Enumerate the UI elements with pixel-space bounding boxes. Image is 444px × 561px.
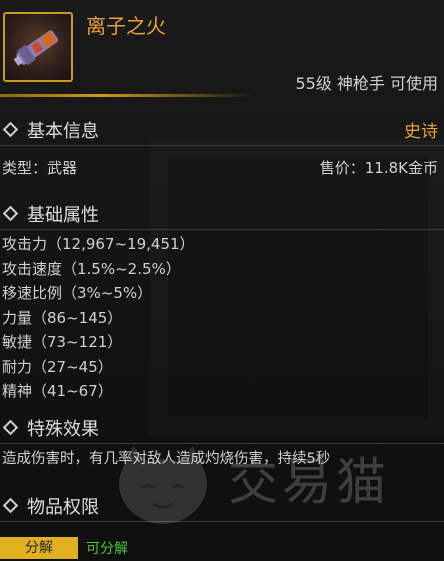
special-effect-text: 造成伤害时，有几率对敌人造成灼烧伤害，持续5秒	[2, 451, 331, 467]
special-effect-section: 特殊效果 造成伤害时，有几率对敌人造成灼烧伤害，持续5秒	[0, 414, 444, 470]
section-divider	[0, 229, 444, 230]
diamond-icon	[2, 419, 19, 436]
item-type: 类型：武器	[2, 159, 78, 177]
stat-list: 攻击力（12,967~19,451） 攻击速度（1.5%~2.5%） 移速比例（…	[0, 232, 444, 404]
basic-info-title: 基本信息	[27, 121, 99, 142]
item-tooltip-panel: 离子之火 55级 神枪手 可使用 基本信息 史诗 类型：武器 售价：11.8K金…	[0, 0, 444, 561]
decompose-tag: 分解	[0, 537, 78, 559]
item-price: 售价：11.8K金币	[319, 159, 438, 177]
item-header: 离子之火 55级 神枪手 可使用	[0, 0, 444, 112]
basic-info-section: 基本信息 史诗 类型：武器 售价：11.8K金币	[0, 116, 444, 182]
special-effect-title: 特殊效果	[27, 419, 99, 440]
diamond-icon	[2, 121, 19, 138]
weapon-icon	[3, 12, 73, 82]
weapon-icon-graphic	[13, 30, 59, 66]
diamond-icon	[2, 205, 19, 222]
attributes-title: 基础属性	[27, 205, 99, 226]
stat-attack-speed: 攻击速度（1.5%~2.5%）	[2, 259, 181, 278]
stat-agility: 敏捷（73~121）	[2, 333, 123, 351]
special-effect-header: 特殊效果	[0, 414, 444, 444]
permissions-section: 物品权限	[0, 492, 444, 522]
permissions-title: 物品权限	[27, 497, 99, 518]
section-divider	[0, 145, 444, 146]
stat-attack: 攻击力（12,967~19,451）	[2, 235, 195, 253]
header-divider	[0, 94, 255, 97]
attributes-header: 基础属性	[0, 200, 444, 230]
section-divider	[0, 443, 444, 444]
stat-move-speed: 移速比例（3%~5%）	[2, 284, 153, 302]
diamond-icon	[2, 497, 19, 514]
item-requirement: 55级 神枪手 可使用	[295, 74, 438, 93]
rarity-label: 史诗	[404, 122, 438, 142]
attributes-section: 基础属性 攻击力（12,967~19,451） 攻击速度（1.5%~2.5%） …	[0, 200, 444, 404]
decompose-status: 可分解	[86, 541, 128, 557]
stat-stamina: 耐力（27~45）	[2, 357, 113, 376]
stat-strength: 力量（86~145）	[2, 308, 123, 327]
item-name: 离子之火	[86, 14, 166, 38]
stat-spirit: 精神（41~67）	[2, 382, 113, 400]
basic-info-row: 类型：武器 售价：11.8K金币	[0, 156, 444, 182]
section-divider	[0, 521, 444, 522]
basic-info-header: 基本信息 史诗	[0, 116, 444, 146]
permissions-header: 物品权限	[0, 492, 444, 522]
